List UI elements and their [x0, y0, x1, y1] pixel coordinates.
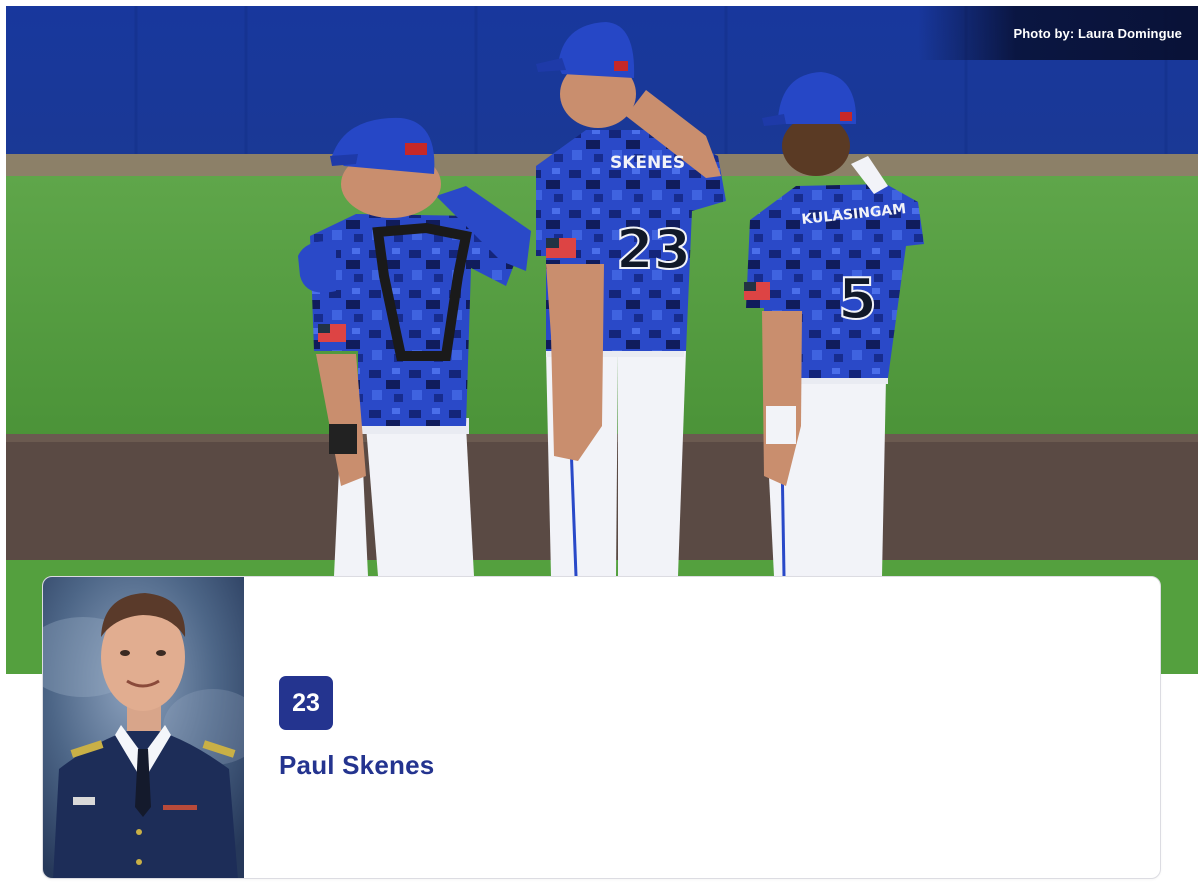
jersey-number-23: 23 — [616, 218, 691, 281]
player-info: 23 Paul Skenes — [279, 676, 434, 781]
player-headshot — [43, 577, 244, 878]
jersey-number-5: 5 — [838, 267, 877, 332]
page: SKENES 23 KULASINGAM 5 Photo by: Laura D… — [0, 0, 1200, 886]
jersey-number-badge: 23 — [279, 676, 333, 730]
headshot-illustration — [43, 577, 244, 878]
player-name-link[interactable]: Paul Skenes — [279, 750, 434, 781]
jersey-name-skenes: SKENES — [610, 153, 685, 173]
hero-photo: SKENES 23 KULASINGAM 5 Photo by: Laura D… — [6, 6, 1198, 674]
player-card[interactable]: 23 Paul Skenes — [42, 576, 1161, 879]
hero-photo-illustration: SKENES 23 KULASINGAM 5 — [6, 6, 1198, 674]
photo-credit: Photo by: Laura Domingue — [918, 6, 1198, 60]
